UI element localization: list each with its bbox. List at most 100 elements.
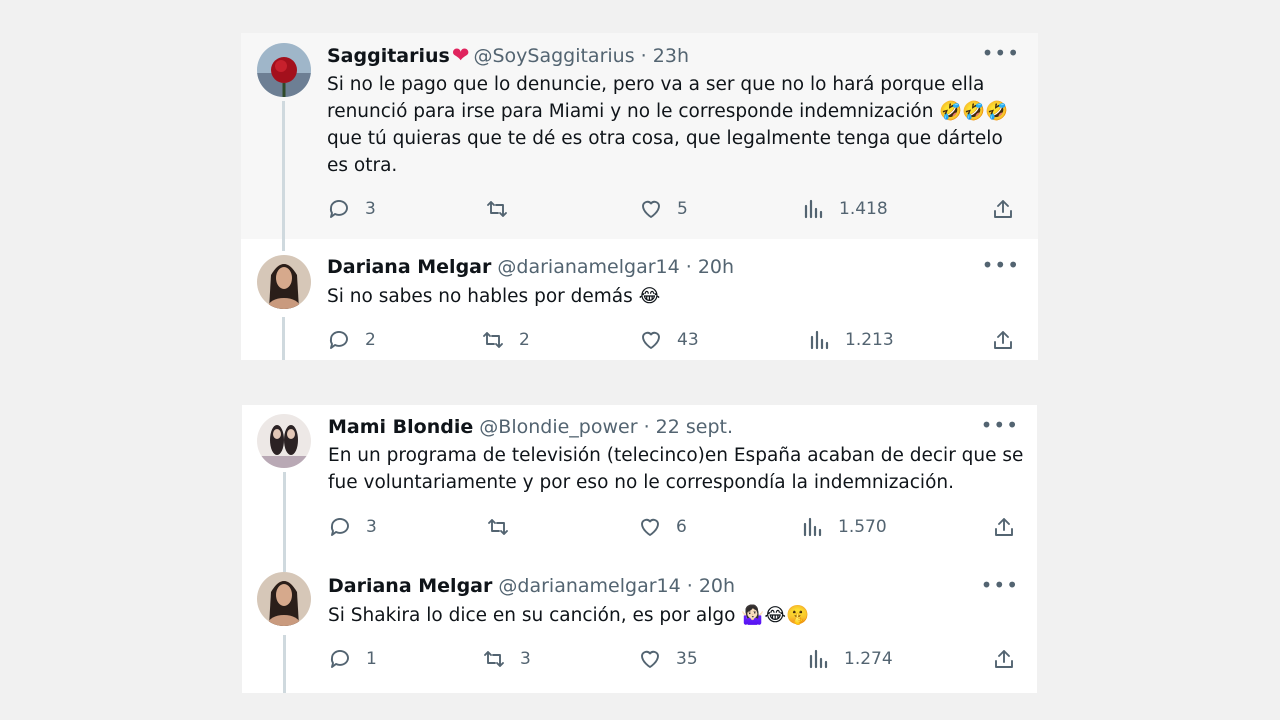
action-bar: 3 5 1.418 [327,194,1017,224]
like-icon [641,650,659,668]
reply-count: 3 [366,517,377,537]
view-count: 1.274 [844,649,893,669]
tweet-text: Si no sabes no hables por demás 😂 [327,286,661,307]
tweet-header: Mami Blondie @Blondie_power · 22 sept. [328,415,997,439]
like-icon [641,518,659,536]
view-count: 1.570 [838,517,887,537]
timestamp[interactable]: 23h [653,45,689,67]
author-name[interactable]: Mami Blondie [328,416,473,438]
retweet-icon [488,519,508,535]
timestamp[interactable]: 22 sept. [656,416,733,438]
view-count: 1.213 [845,330,894,350]
like-count: 35 [676,649,698,669]
reply-icon [330,518,349,536]
tweet-text: Si Shakira lo dice en su canción, es por… [328,605,810,626]
share-icon [994,200,1012,218]
tweet-saggitarius[interactable]: Saggitarius❤ @SoySaggitarius · 23h ••• Si… [241,33,1038,251]
timestamp[interactable]: 20h [699,575,735,597]
retweet-icon [483,332,503,348]
share-button[interactable] [991,325,1015,355]
more-icon[interactable]: ••• [982,255,1020,275]
timestamp[interactable]: 20h [698,256,734,278]
share-icon [994,331,1012,349]
like-count: 6 [676,517,687,537]
retweet-icon [484,651,504,667]
share-button[interactable] [992,644,1016,674]
views-button[interactable]: 1.570 [800,512,887,542]
author-handle[interactable]: @SoySaggitarius [473,45,634,67]
retweet-button[interactable] [486,512,524,542]
reply-icon [329,200,348,218]
avatar[interactable] [257,255,311,309]
reply-count: 2 [365,330,376,350]
tweet-text: En un programa de televisión (telecinco)… [328,445,1024,493]
views-button[interactable]: 1.418 [801,194,888,224]
retweet-count: 2 [519,330,530,350]
more-icon[interactable]: ••• [981,415,1019,435]
action-bar: 1 3 35 1.274 [328,644,1018,674]
author-name[interactable]: Dariana Melgar [328,575,492,597]
action-bar: 2 2 43 1.213 [327,325,1017,355]
tweet-header: Saggitarius❤ @SoySaggitarius · 23h [327,43,998,68]
like-icon [642,331,660,349]
like-button[interactable]: 35 [638,644,698,674]
retweet-button[interactable]: 3 [482,644,531,674]
views-button[interactable]: 1.213 [807,325,894,355]
thread-line [282,317,285,360]
views-icon [803,517,822,537]
author-handle[interactable]: @darianamelgar14 [497,256,679,278]
views-icon [810,330,829,350]
like-count: 43 [677,330,699,350]
tweet-dariana-2[interactable]: Dariana Melgar @darianamelgar14 · 20h ••… [242,565,1037,693]
tweet-dariana-1[interactable]: Dariana Melgar @darianamelgar14 · 20h ••… [241,239,1038,360]
share-icon [995,518,1013,536]
author-name[interactable]: Saggitarius [327,45,450,67]
like-button[interactable]: 6 [638,512,687,542]
avatar[interactable] [257,414,311,468]
retweet-count: 3 [520,649,531,669]
more-icon[interactable]: ••• [981,575,1019,595]
avatar[interactable] [257,43,311,97]
like-button[interactable]: 43 [639,325,699,355]
like-icon [642,200,660,218]
share-button[interactable] [992,512,1016,542]
reply-count: 1 [366,649,377,669]
reply-button[interactable]: 1 [328,644,377,674]
retweet-button[interactable] [485,194,523,224]
views-icon [809,649,828,669]
author-handle[interactable]: @Blondie_power [479,416,637,438]
tweet-mami-blondie[interactable]: Mami Blondie @Blondie_power · 22 sept. •… [242,405,1037,572]
heart-badge-icon: ❤ [451,43,470,67]
separator: · [686,575,693,597]
avatar[interactable] [257,572,311,626]
tweet-header: Dariana Melgar @darianamelgar14 · 20h [327,255,998,279]
tweet-text: Si no le pago que lo denuncie, pero va a… [327,74,1009,176]
tweet-header: Dariana Melgar @darianamelgar14 · 20h [328,574,997,598]
views-icon [804,199,823,219]
views-button[interactable]: 1.274 [806,644,893,674]
thread-line [282,101,285,251]
separator: · [640,45,647,67]
share-icon [995,650,1013,668]
reply-thread-card-1: Saggitarius❤ @SoySaggitarius · 23h ••• Si… [241,33,1038,360]
retweet-icon [487,201,507,217]
action-bar: 3 6 1.570 [328,512,1018,542]
author-name[interactable]: Dariana Melgar [327,256,491,278]
thread-line [283,635,286,693]
reply-button[interactable]: 3 [327,194,376,224]
more-icon[interactable]: ••• [982,43,1020,63]
reply-button[interactable]: 2 [327,325,376,355]
retweet-button[interactable]: 2 [481,325,530,355]
reply-thread-card-2: Mami Blondie @Blondie_power · 22 sept. •… [242,405,1037,693]
like-button[interactable]: 5 [639,194,688,224]
like-count: 5 [677,199,688,219]
separator: · [643,416,650,438]
author-handle[interactable]: @darianamelgar14 [498,575,680,597]
share-button[interactable] [991,194,1015,224]
reply-icon [330,650,349,668]
reply-count: 3 [365,199,376,219]
view-count: 1.418 [839,199,888,219]
reply-button[interactable]: 3 [328,512,377,542]
reply-icon [329,331,348,349]
thread-line [283,472,286,572]
